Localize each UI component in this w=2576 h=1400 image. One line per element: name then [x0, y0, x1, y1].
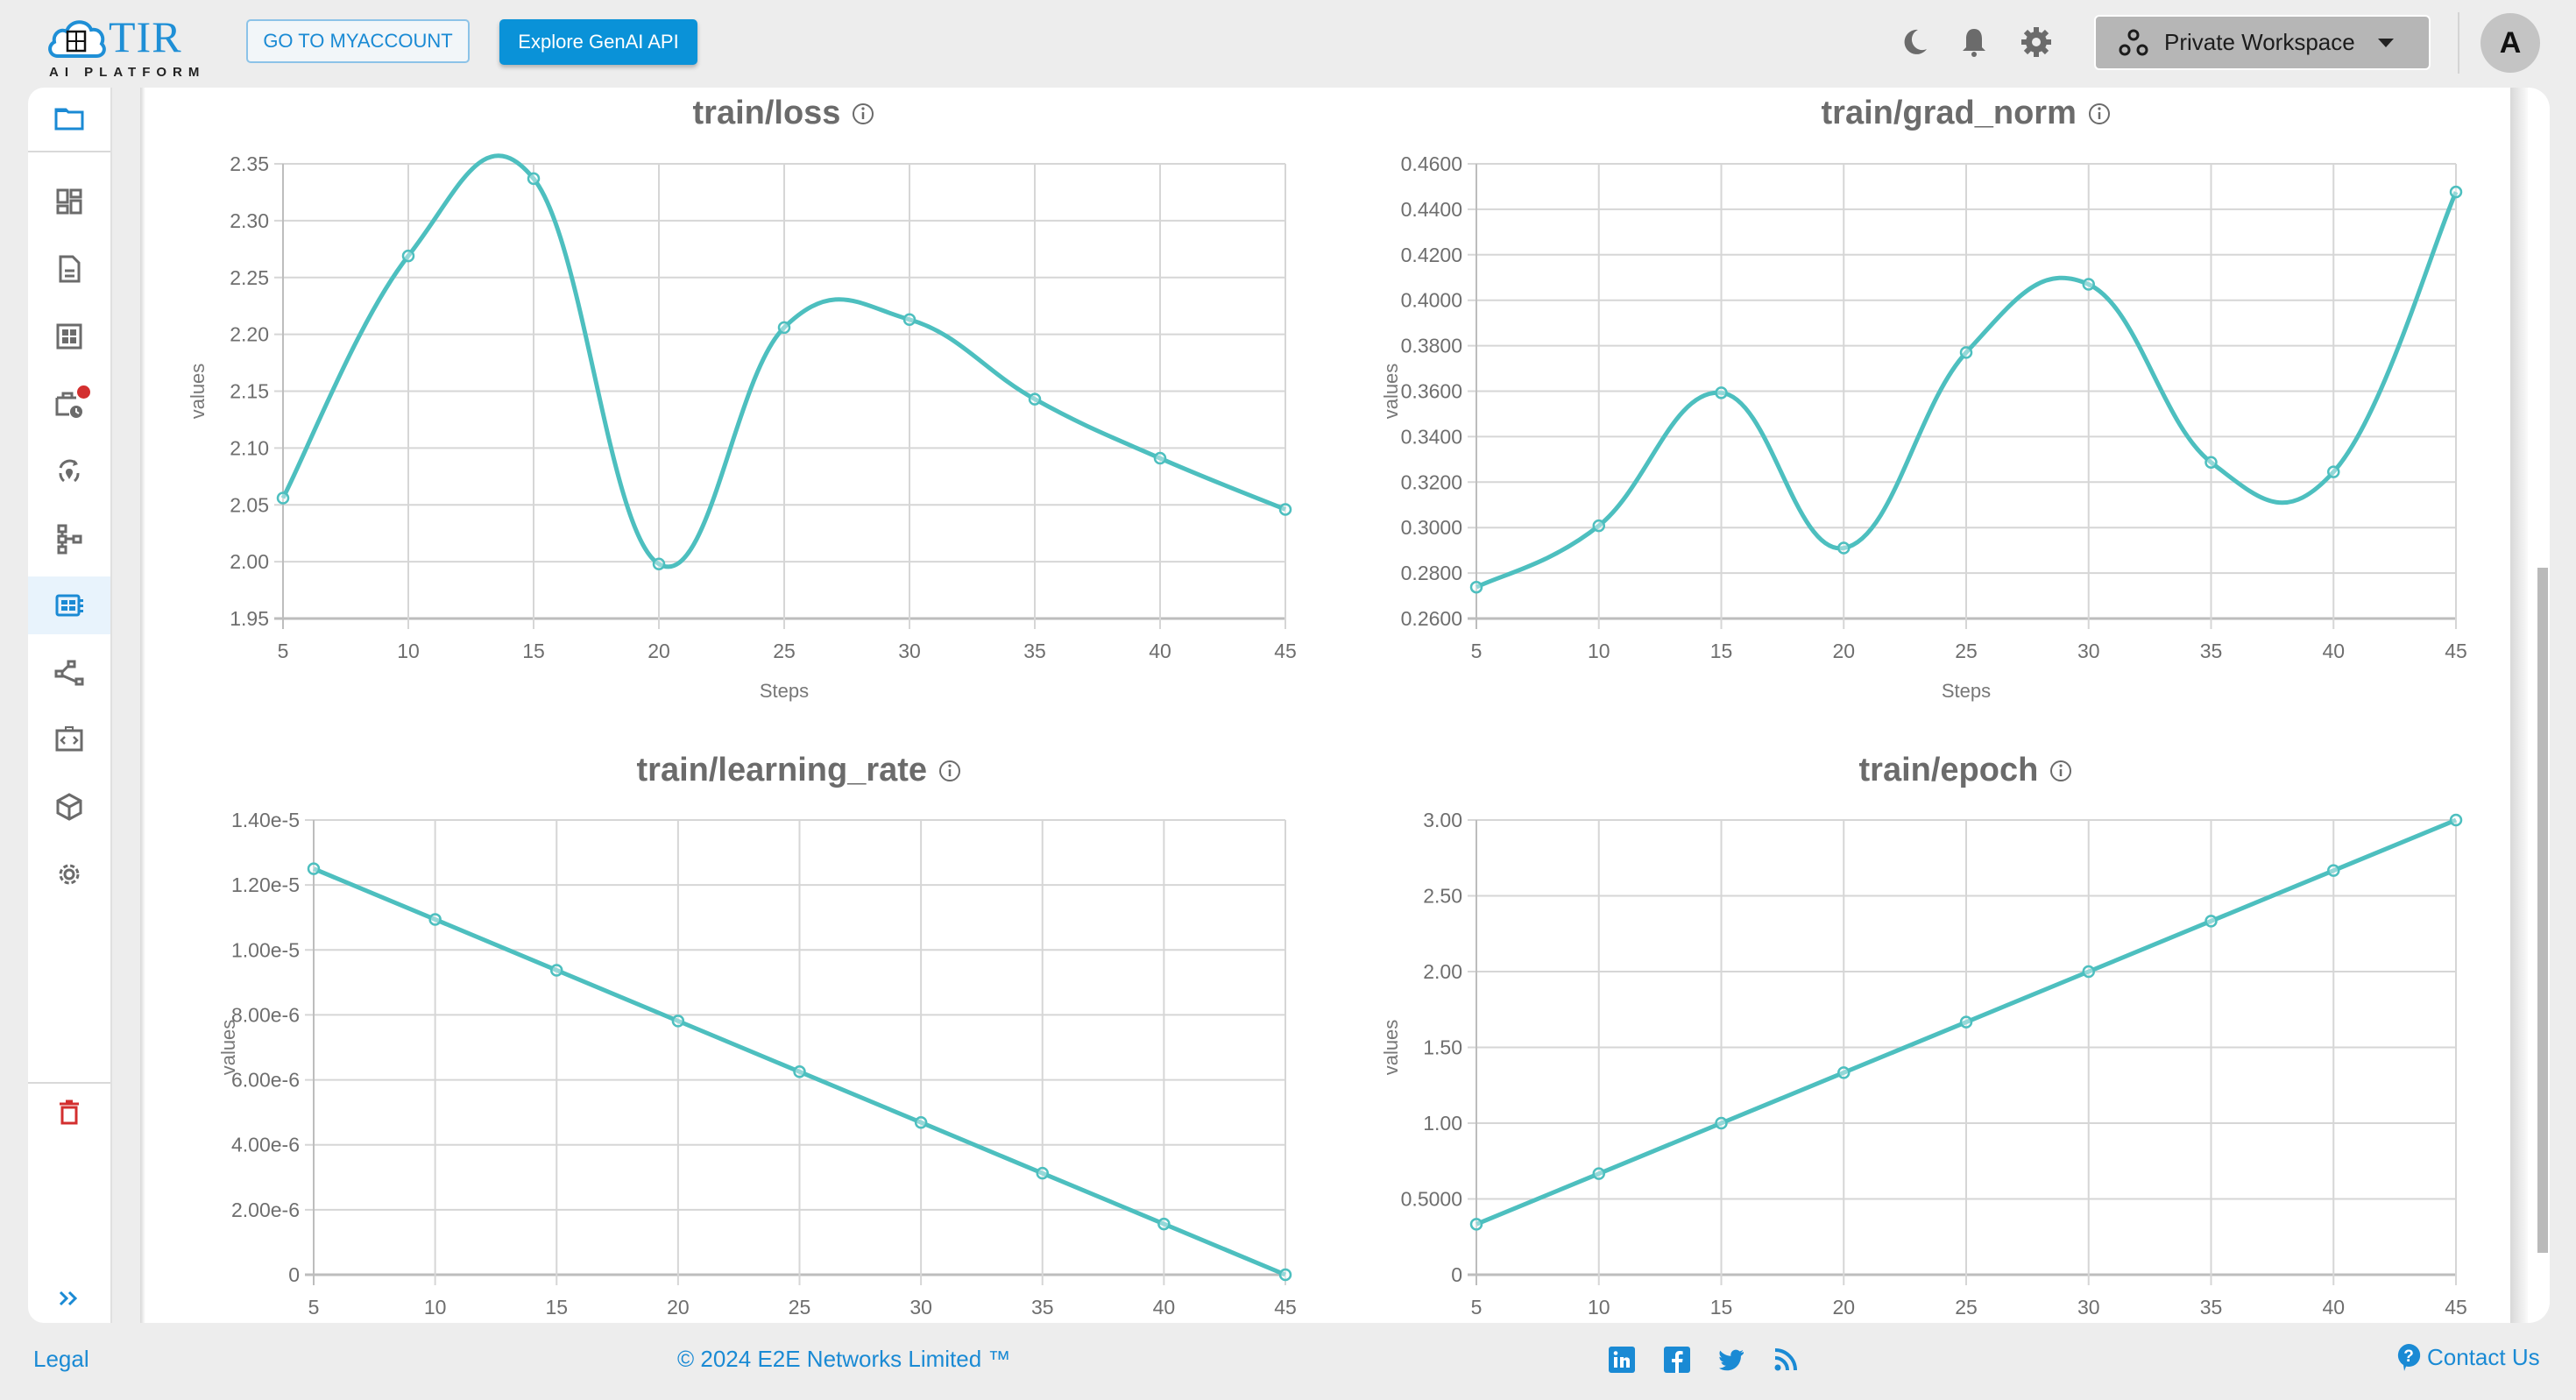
sidebar-item-deployments[interactable]	[28, 442, 110, 500]
sidebar	[28, 88, 112, 1323]
notification-dot	[77, 385, 90, 399]
data-point[interactable]	[2327, 864, 2340, 877]
sidebar-item-trash[interactable]	[28, 1084, 110, 1142]
y-tick-label: 0	[1451, 1263, 1462, 1286]
y-tick-label: 3.00	[1423, 809, 1462, 831]
x-tick-label: 25	[1955, 1296, 1978, 1319]
sidebar-item-notebooks[interactable]	[28, 240, 110, 298]
caret-down-icon	[2378, 38, 2394, 47]
main-content: 1.95 2.00 2.05 2.10 2.15 2.20 2.25 2.30 2.35 5 10 1…	[140, 88, 2550, 1323]
y-tick-label: 1.50	[1423, 1036, 1462, 1059]
double-chevron-right-icon	[59, 1290, 78, 1306]
x-tick-label: 20	[1832, 1296, 1855, 1319]
x-tick-label: 45	[2445, 1296, 2467, 1319]
sidebar-expand-button[interactable]	[28, 1269, 110, 1327]
vertical-scrollbar[interactable]	[2537, 568, 2548, 1253]
y-tick-label: 1.00	[1423, 1112, 1462, 1135]
experiments-icon	[55, 594, 83, 617]
x-tick-label: 10	[1588, 1296, 1610, 1319]
x-tick-label: 35	[2200, 1296, 2223, 1319]
tir-logo[interactable]: TIR AI PLATFORM	[46, 12, 203, 80]
y-axis-label: values	[1380, 1020, 1402, 1076]
logo-title: TIR	[109, 12, 182, 61]
main-right-edge	[2510, 88, 2528, 1323]
contact-us-label: Contact Us	[2427, 1343, 2540, 1370]
bell-icon[interactable]	[1957, 25, 1992, 60]
code-box-icon	[55, 726, 83, 752]
workspace-selector[interactable]: Private Workspace	[2094, 15, 2431, 70]
chart-title-text: train/epoch	[1858, 752, 2039, 788]
data-point[interactable]	[1715, 1116, 1728, 1130]
x-tick-label: 5	[1471, 1296, 1483, 1319]
folder-icon	[54, 108, 84, 131]
y-tick-label: 2.50	[1423, 885, 1462, 908]
y-tick-label: 2.00	[1423, 960, 1462, 983]
rss-icon[interactable]	[1772, 1346, 1800, 1374]
pipeline-icon	[57, 524, 82, 555]
legal-link[interactable]: Legal	[33, 1346, 89, 1373]
x-tick-label: 30	[2077, 1296, 2100, 1319]
top-header: TIR AI PLATFORM GO TO MYACCOUNT Explore …	[0, 0, 2576, 88]
sidebar-item-settings[interactable]	[28, 845, 110, 903]
document-icon	[59, 255, 81, 283]
data-point[interactable]	[1837, 1066, 1851, 1079]
settings-gear-icon	[59, 864, 80, 885]
header-divider	[2458, 12, 2459, 74]
sidebar-item-models[interactable]	[28, 778, 110, 836]
explore-genai-api-button[interactable]: Explore GenAI API	[499, 19, 697, 65]
twitter-icon[interactable]	[1717, 1346, 1745, 1374]
data-point[interactable]	[1592, 1167, 1605, 1180]
data-point[interactable]	[1959, 1015, 1973, 1029]
chart-title: train/epoch	[1859, 752, 2074, 789]
sidebar-item-graph[interactable]	[28, 644, 110, 702]
workspace-icon	[2119, 29, 2148, 55]
sidebar-item-experiments[interactable]	[28, 576, 110, 634]
grid-icon	[56, 323, 82, 350]
linkedin-icon[interactable]	[1608, 1346, 1636, 1374]
chart-svg: 0 0.5000 1.00 1.50 2.00 2.50 3.00 5 10 15 20 25 30 35…	[1380, 809, 2467, 1319]
data-point[interactable]	[2204, 915, 2218, 928]
trash-icon	[60, 1099, 79, 1125]
help-icon: ?	[2397, 1343, 2421, 1371]
cloud-logo-icon	[48, 20, 106, 58]
logo-subtitle: AI PLATFORM	[49, 65, 206, 80]
svg-text:?: ?	[2403, 1347, 2414, 1366]
graph-nodes-icon	[54, 660, 84, 686]
sidebar-item-projects[interactable]	[28, 89, 110, 147]
x-tick-label: 15	[1710, 1296, 1733, 1319]
dashboard-icon	[56, 188, 82, 215]
contact-us-link[interactable]: ? Contact Us	[2396, 1342, 2540, 1372]
data-point[interactable]	[2449, 813, 2463, 827]
sidebar-item-dashboard[interactable]	[28, 173, 110, 230]
sidebar-item-scheduled-jobs[interactable]	[28, 375, 110, 433]
chart-train-epoch: 0 0.5000 1.00 1.50 2.00 2.50 3.00 5 10 15 20 25 30 35…	[140, 88, 2506, 1323]
sidebar-item-datasets[interactable]	[28, 308, 110, 365]
sidebar-divider	[28, 151, 110, 152]
y-tick-label: 0.5000	[1401, 1188, 1462, 1211]
cube-icon	[56, 793, 82, 821]
facebook-icon[interactable]	[1663, 1346, 1691, 1374]
data-point[interactable]	[2082, 965, 2095, 979]
go-to-myaccount-button[interactable]: GO TO MYACCOUNT	[246, 19, 470, 63]
deploy-refresh-icon	[59, 459, 80, 483]
info-icon[interactable]	[2049, 759, 2073, 783]
workspace-label: Private Workspace	[2164, 29, 2355, 55]
sidebar-item-pipelines[interactable]	[28, 510, 110, 568]
moon-icon[interactable]	[1897, 25, 1932, 60]
footer: Legal © 2024 E2E Networks Limited ™ ? Co…	[0, 1323, 2576, 1400]
copyright-text: © 2024 E2E Networks Limited ™	[677, 1346, 1011, 1372]
data-point[interactable]	[1469, 1218, 1483, 1231]
gear-icon[interactable]	[2019, 25, 2054, 60]
user-avatar[interactable]: A	[2480, 13, 2540, 73]
x-tick-label: 40	[2322, 1296, 2345, 1319]
sidebar-item-api[interactable]	[28, 711, 110, 768]
